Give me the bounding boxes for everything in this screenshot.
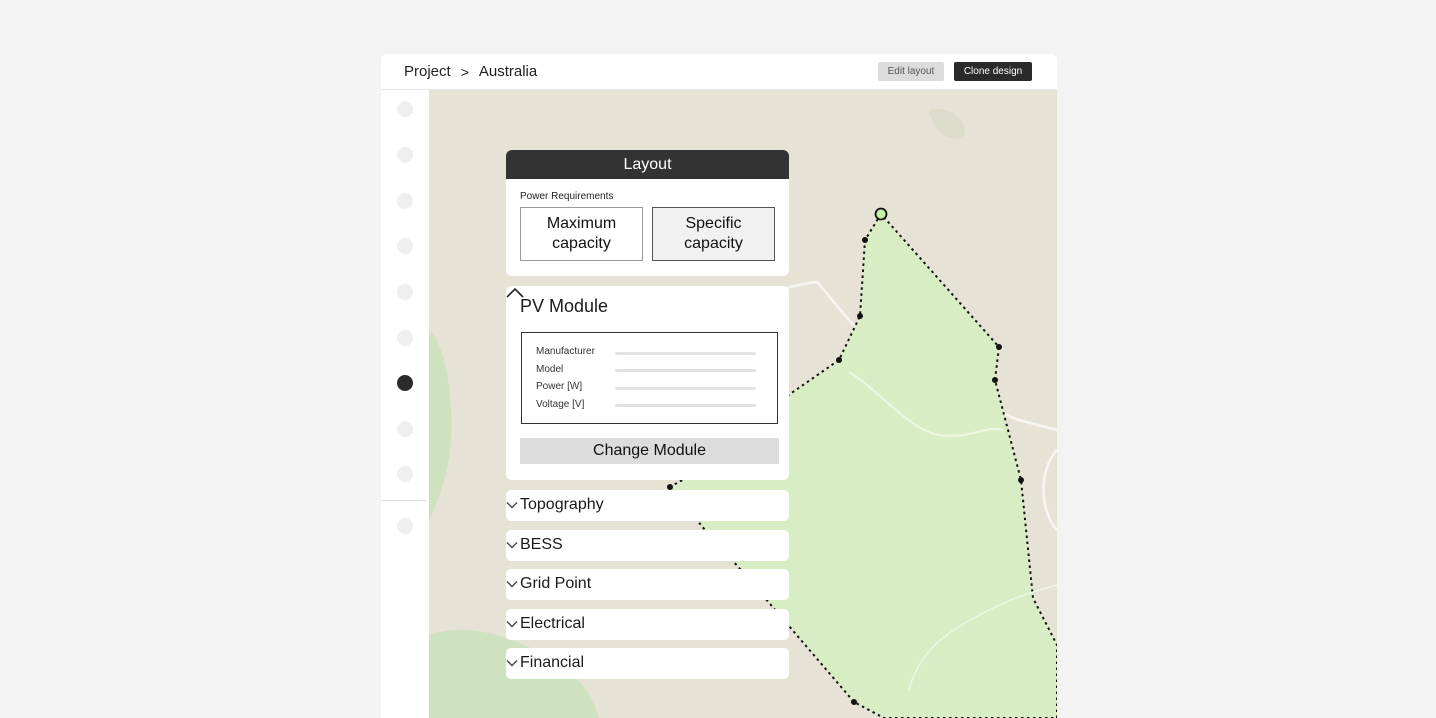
change-module-button[interactable]: Change Module bbox=[520, 438, 779, 464]
specific-capacity-option[interactable]: Specific capacity bbox=[652, 207, 775, 261]
pv-module-title[interactable]: PV Module bbox=[520, 296, 608, 317]
chevron-down-icon[interactable] bbox=[506, 580, 518, 588]
breadcrumb: Project > Australia bbox=[404, 63, 537, 80]
power-requirements-label: Power Requirements bbox=[520, 191, 614, 202]
chevron-down-icon[interactable] bbox=[506, 501, 518, 509]
selected-vertex bbox=[874, 207, 888, 221]
breadcrumb-project[interactable]: Project bbox=[404, 63, 451, 80]
boundary-vertex bbox=[857, 313, 863, 319]
boundary-vertex bbox=[862, 237, 868, 243]
app-window: Project > Australia Edit layout Clone de… bbox=[381, 54, 1057, 718]
road bbox=[1042, 449, 1057, 531]
sidebar-item[interactable] bbox=[397, 518, 413, 534]
chevron-down-icon[interactable] bbox=[506, 659, 518, 667]
sidebar-item[interactable] bbox=[397, 466, 413, 482]
sidebar-item-active[interactable] bbox=[397, 375, 413, 391]
boundary-vertex bbox=[836, 357, 842, 363]
maximum-capacity-option[interactable]: Maximum capacity bbox=[520, 207, 643, 261]
voltage-value-placeholder bbox=[615, 404, 756, 407]
model-value-placeholder bbox=[615, 369, 756, 372]
field-label-model: Model bbox=[536, 364, 564, 375]
section-label: BESS bbox=[520, 536, 563, 553]
sidebar-item[interactable] bbox=[397, 147, 413, 163]
edit-layout-button[interactable]: Edit layout bbox=[878, 62, 944, 81]
forest-patch bbox=[429, 330, 452, 520]
power-value-placeholder bbox=[615, 387, 756, 390]
layout-panel: Layout Power Requirements Maximum capaci… bbox=[506, 150, 789, 276]
boundary-vertex bbox=[851, 699, 857, 705]
section-topography[interactable]: Topography bbox=[506, 490, 789, 521]
sidebar-item[interactable] bbox=[397, 330, 413, 346]
field-label-voltage: Voltage [V] bbox=[536, 399, 585, 410]
pv-module-section: PV Module Manufacturer Model Power [W] V… bbox=[506, 286, 789, 480]
section-electrical[interactable]: Electrical bbox=[506, 609, 789, 640]
section-bess[interactable]: BESS bbox=[506, 530, 789, 561]
boundary-vertex bbox=[996, 344, 1002, 350]
layout-panel-title: Layout bbox=[506, 150, 789, 179]
pv-module-details: Manufacturer Model Power [W] Voltage [V] bbox=[521, 332, 778, 424]
chevron-up-icon[interactable] bbox=[506, 286, 524, 300]
clone-design-button[interactable]: Clone design bbox=[954, 62, 1032, 81]
section-label: Grid Point bbox=[520, 575, 592, 592]
manufacturer-value-placeholder bbox=[615, 352, 756, 355]
sidebar-item[interactable] bbox=[397, 284, 413, 300]
field-label-manufacturer: Manufacturer bbox=[536, 346, 595, 357]
sidebar-item[interactable] bbox=[397, 101, 413, 117]
section-label: Electrical bbox=[520, 615, 585, 632]
sidebar-divider bbox=[381, 500, 427, 501]
breadcrumb-current: Australia bbox=[478, 63, 538, 80]
boundary-vertex bbox=[1018, 477, 1024, 483]
chevron-right-icon: > bbox=[460, 63, 469, 80]
field-label-power: Power [W] bbox=[536, 381, 583, 392]
top-bar: Project > Australia Edit layout Clone de… bbox=[381, 54, 1057, 90]
section-grid-point[interactable]: Grid Point bbox=[506, 569, 789, 600]
section-label: Topography bbox=[520, 496, 604, 513]
forest-patch bbox=[929, 109, 965, 139]
sidebar bbox=[381, 90, 429, 718]
sidebar-item[interactable] bbox=[397, 238, 413, 254]
sidebar-item[interactable] bbox=[397, 421, 413, 437]
section-financial[interactable]: Financial bbox=[506, 648, 789, 679]
chevron-down-icon[interactable] bbox=[506, 620, 518, 628]
chevron-down-icon[interactable] bbox=[506, 541, 518, 549]
boundary-vertex bbox=[992, 377, 998, 383]
section-label: Financial bbox=[520, 654, 585, 671]
map-canvas[interactable]: Layout Power Requirements Maximum capaci… bbox=[429, 90, 1057, 718]
sidebar-item[interactable] bbox=[397, 193, 413, 209]
